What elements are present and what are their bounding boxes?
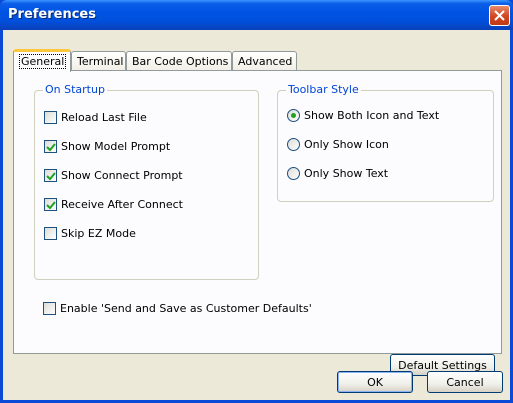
reload-last-file-checkbox[interactable]: Reload Last File [44,111,147,124]
show-connect-prompt-checkbox[interactable]: Show Connect Prompt [44,169,183,182]
checkbox-box [44,169,57,182]
toolbar-style-title: Toolbar Style [286,83,361,96]
tab-terminal-label: Terminal [77,55,124,68]
general-tab-panel: On Startup Reload Last File Show Model P… [13,70,502,376]
cancel-button[interactable]: Cancel [427,371,503,393]
radio-dot [291,113,296,118]
checkbox-label: Skip EZ Mode [61,227,136,240]
on-startup-group: On Startup Reload Last File Show Model P… [34,83,259,280]
skip-ez-mode-checkbox[interactable]: Skip EZ Mode [44,227,136,240]
preferences-window: Preferences General Terminal Bar Code Op… [0,0,513,403]
checkbox-box [43,302,56,315]
radio-label: Only Show Text [304,167,389,180]
tab-bar-code-options[interactable]: Bar Code Options [126,51,232,70]
close-button[interactable] [489,5,510,26]
tab-terminal[interactable]: Terminal [71,51,126,70]
show-model-prompt-checkbox[interactable]: Show Model Prompt [44,140,170,153]
radio-label: Show Both Icon and Text [304,109,440,122]
ok-button[interactable]: OK [337,371,413,393]
window-title: Preferences [8,7,96,22]
title-bar[interactable]: Preferences [0,0,513,30]
checkbox-label: Enable 'Send and Save as Customer Defaul… [60,302,312,315]
only-show-icon-radio[interactable]: Only Show Icon [287,138,389,151]
checkbox-label: Show Connect Prompt [61,169,183,182]
checkbox-box [44,227,57,240]
radio-label: Only Show Icon [304,138,389,151]
tab-general-label: General [19,54,67,69]
radio-circle [287,109,300,122]
radio-circle [287,167,300,180]
show-both-icon-text-radio[interactable]: Show Both Icon and Text [287,109,439,122]
checkbox-box [44,140,57,153]
tab-advanced[interactable]: Advanced [232,51,297,70]
only-show-text-radio[interactable]: Only Show Text [287,167,388,180]
checkmark-icon [46,143,56,152]
toolbar-style-group: Toolbar Style Show Both Icon and Text On… [277,83,494,202]
tab-general[interactable]: General [13,49,71,72]
enable-send-save-checkbox[interactable]: Enable 'Send and Save as Customer Defaul… [43,302,312,315]
dialog-client-area: General Terminal Bar Code Options Advanc… [3,30,510,400]
checkbox-label: Show Model Prompt [61,140,171,153]
tab-bar-code-options-label: Bar Code Options [132,55,229,68]
checkmark-icon [46,201,56,210]
checkbox-label: Reload Last File [61,111,147,124]
radio-circle [287,138,300,151]
checkmark-icon [46,172,56,181]
checkbox-label: Receive After Connect [61,198,183,211]
checkbox-box [44,198,57,211]
checkbox-box [44,111,57,124]
tab-advanced-label: Advanced [238,55,293,68]
on-startup-title: On Startup [43,83,107,96]
receive-after-connect-checkbox[interactable]: Receive After Connect [44,198,183,211]
